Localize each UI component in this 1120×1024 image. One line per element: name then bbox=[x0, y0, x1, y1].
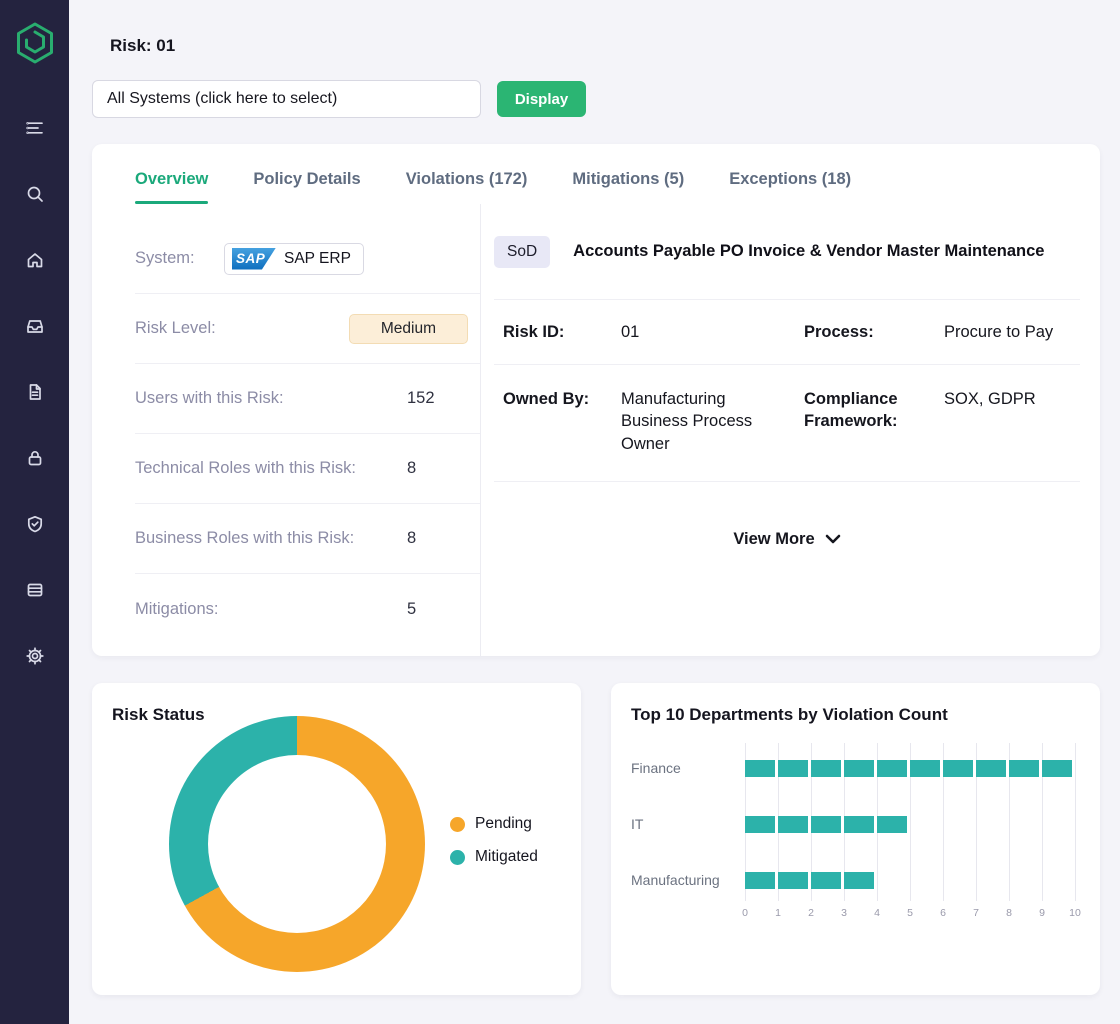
system-value: SAP ERP bbox=[284, 250, 351, 268]
x-axis: 012345678910 bbox=[745, 907, 1076, 921]
departments-bar-chart: Finance IT Manufacturing 0 1 2 3 4 5 6 7 8 9 10 bbox=[611, 731, 1100, 995]
system-row: System: SAP SAP ERP bbox=[135, 224, 480, 294]
users-with-risk-value: 152 bbox=[407, 389, 435, 408]
inbox-icon[interactable] bbox=[24, 315, 46, 337]
mitigated-legend-label: Mitigated bbox=[475, 848, 538, 866]
risk-level-badge: Medium bbox=[349, 314, 468, 344]
lock-icon[interactable] bbox=[24, 447, 46, 469]
owned-by-label: Owned By: bbox=[503, 388, 621, 455]
search-icon[interactable] bbox=[24, 183, 46, 205]
bar-finance bbox=[745, 760, 1075, 777]
risk-status-donut-chart bbox=[169, 716, 425, 972]
technical-roles-row: Technical Roles with this Risk: 8 bbox=[135, 434, 480, 504]
technical-roles-label: Technical Roles with this Risk: bbox=[135, 459, 356, 478]
risk-status-title: Risk Status bbox=[112, 705, 581, 725]
risk-level-row: Risk Level: Medium bbox=[135, 294, 480, 364]
process-value: Procure to Pay bbox=[944, 321, 1080, 343]
pending-legend-dot bbox=[450, 817, 465, 832]
tab-violations[interactable]: Violations (172) bbox=[406, 170, 528, 204]
x-tick-label: 1 bbox=[775, 907, 781, 919]
system-select[interactable]: All Systems (click here to select) bbox=[92, 80, 481, 118]
risk-summary-column: System: SAP SAP ERP Risk Level: Medium U… bbox=[92, 204, 480, 656]
category-label-it: IT bbox=[631, 816, 643, 833]
system-label: System: bbox=[135, 249, 195, 268]
risk-details-column: SoD Accounts Payable PO Invoice & Vendor… bbox=[480, 204, 1100, 656]
main-content: Risk: 01 All Systems (click here to sele… bbox=[69, 0, 1120, 995]
toolbar: All Systems (click here to select) Displ… bbox=[92, 80, 1100, 118]
x-tick-label: 9 bbox=[1039, 907, 1045, 919]
sidebar bbox=[0, 0, 69, 1024]
x-tick-label: 0 bbox=[742, 907, 748, 919]
tab-policy-details[interactable]: Policy Details bbox=[253, 170, 360, 204]
x-tick-label: 10 bbox=[1069, 907, 1081, 919]
view-more-label: View More bbox=[733, 530, 814, 549]
risk-detail-card: Overview Policy Details Violations (172)… bbox=[92, 144, 1100, 656]
home-icon[interactable] bbox=[24, 249, 46, 271]
risk-name-title: Accounts Payable PO Invoice & Vendor Mas… bbox=[573, 242, 1044, 261]
compliance-framework-label: Compliance Framework: bbox=[804, 388, 944, 455]
bar-it bbox=[745, 816, 910, 833]
sap-logo: SAP bbox=[232, 248, 276, 270]
detail-row-2: Owned By: Manufacturing Business Process… bbox=[494, 364, 1080, 482]
technical-roles-value: 8 bbox=[407, 459, 416, 478]
table-icon[interactable] bbox=[24, 579, 46, 601]
sidebar-nav bbox=[24, 117, 46, 667]
departments-chart-title: Top 10 Departments by Violation Count bbox=[631, 705, 1100, 725]
category-label-manufacturing: Manufacturing bbox=[631, 872, 720, 889]
departments-chart-card: Top 10 Departments by Violation Count Fi… bbox=[611, 683, 1100, 995]
bar-manufacturing bbox=[745, 872, 877, 889]
risk-status-card: Risk Status Pending Mitigated bbox=[92, 683, 581, 995]
charts-row: Risk Status Pending Mitigated Top 10 Dep… bbox=[92, 683, 1100, 995]
risk-id-label: Risk ID: bbox=[503, 321, 621, 343]
overview-panel: System: SAP SAP ERP Risk Level: Medium U… bbox=[92, 204, 1100, 656]
tab-exceptions[interactable]: Exceptions (18) bbox=[729, 170, 851, 204]
mitigations-value: 5 bbox=[407, 600, 416, 619]
donut-hole bbox=[208, 755, 386, 933]
users-with-risk-label: Users with this Risk: bbox=[135, 389, 284, 408]
x-tick-label: 4 bbox=[874, 907, 880, 919]
chevron-down-icon bbox=[825, 534, 841, 544]
x-tick-label: 6 bbox=[940, 907, 946, 919]
shield-check-icon[interactable] bbox=[24, 513, 46, 535]
document-icon[interactable] bbox=[24, 381, 46, 403]
settings-gear-icon[interactable] bbox=[24, 645, 46, 667]
business-roles-label: Business Roles with this Risk: bbox=[135, 529, 354, 548]
business-roles-row: Business Roles with this Risk: 8 bbox=[135, 504, 480, 574]
system-badge: SAP SAP ERP bbox=[224, 243, 364, 275]
x-tick-label: 2 bbox=[808, 907, 814, 919]
mitigated-legend-dot bbox=[450, 850, 465, 865]
tab-mitigations[interactable]: Mitigations (5) bbox=[572, 170, 684, 204]
x-tick-label: 7 bbox=[973, 907, 979, 919]
x-tick-label: 8 bbox=[1006, 907, 1012, 919]
risk-level-label: Risk Level: bbox=[135, 319, 216, 338]
display-button[interactable]: Display bbox=[497, 81, 586, 117]
risk-list-icon[interactable] bbox=[24, 117, 46, 139]
detail-row-1: Risk ID: 01 Process: Procure to Pay bbox=[494, 299, 1080, 364]
risk-title-row: SoD Accounts Payable PO Invoice & Vendor… bbox=[494, 204, 1080, 299]
category-label-finance: Finance bbox=[631, 760, 681, 777]
compliance-framework-value: SOX, GDPR bbox=[944, 388, 1080, 455]
mitigations-label: Mitigations: bbox=[135, 600, 218, 619]
tab-bar: Overview Policy Details Violations (172)… bbox=[92, 144, 1100, 204]
owned-by-value: Manufacturing Business Process Owner bbox=[621, 388, 804, 455]
page-title: Risk: 01 bbox=[110, 36, 1100, 56]
tab-overview[interactable]: Overview bbox=[135, 170, 208, 204]
donut-legend: Pending Mitigated bbox=[450, 815, 538, 866]
x-tick-label: 5 bbox=[907, 907, 913, 919]
app-logo[interactable] bbox=[12, 20, 58, 71]
business-roles-value: 8 bbox=[407, 529, 416, 548]
risk-id-value: 01 bbox=[621, 321, 804, 343]
x-tick-label: 3 bbox=[841, 907, 847, 919]
legend-item-pending: Pending bbox=[450, 815, 538, 833]
sod-badge: SoD bbox=[494, 236, 550, 268]
users-with-risk-row: Users with this Risk: 152 bbox=[135, 364, 480, 434]
system-select-value: All Systems (click here to select) bbox=[107, 90, 337, 108]
process-label: Process: bbox=[804, 321, 944, 343]
view-more-button[interactable]: View More bbox=[494, 530, 1080, 549]
pending-legend-label: Pending bbox=[475, 815, 532, 833]
mitigations-row: Mitigations: 5 bbox=[135, 574, 480, 644]
legend-item-mitigated: Mitigated bbox=[450, 848, 538, 866]
